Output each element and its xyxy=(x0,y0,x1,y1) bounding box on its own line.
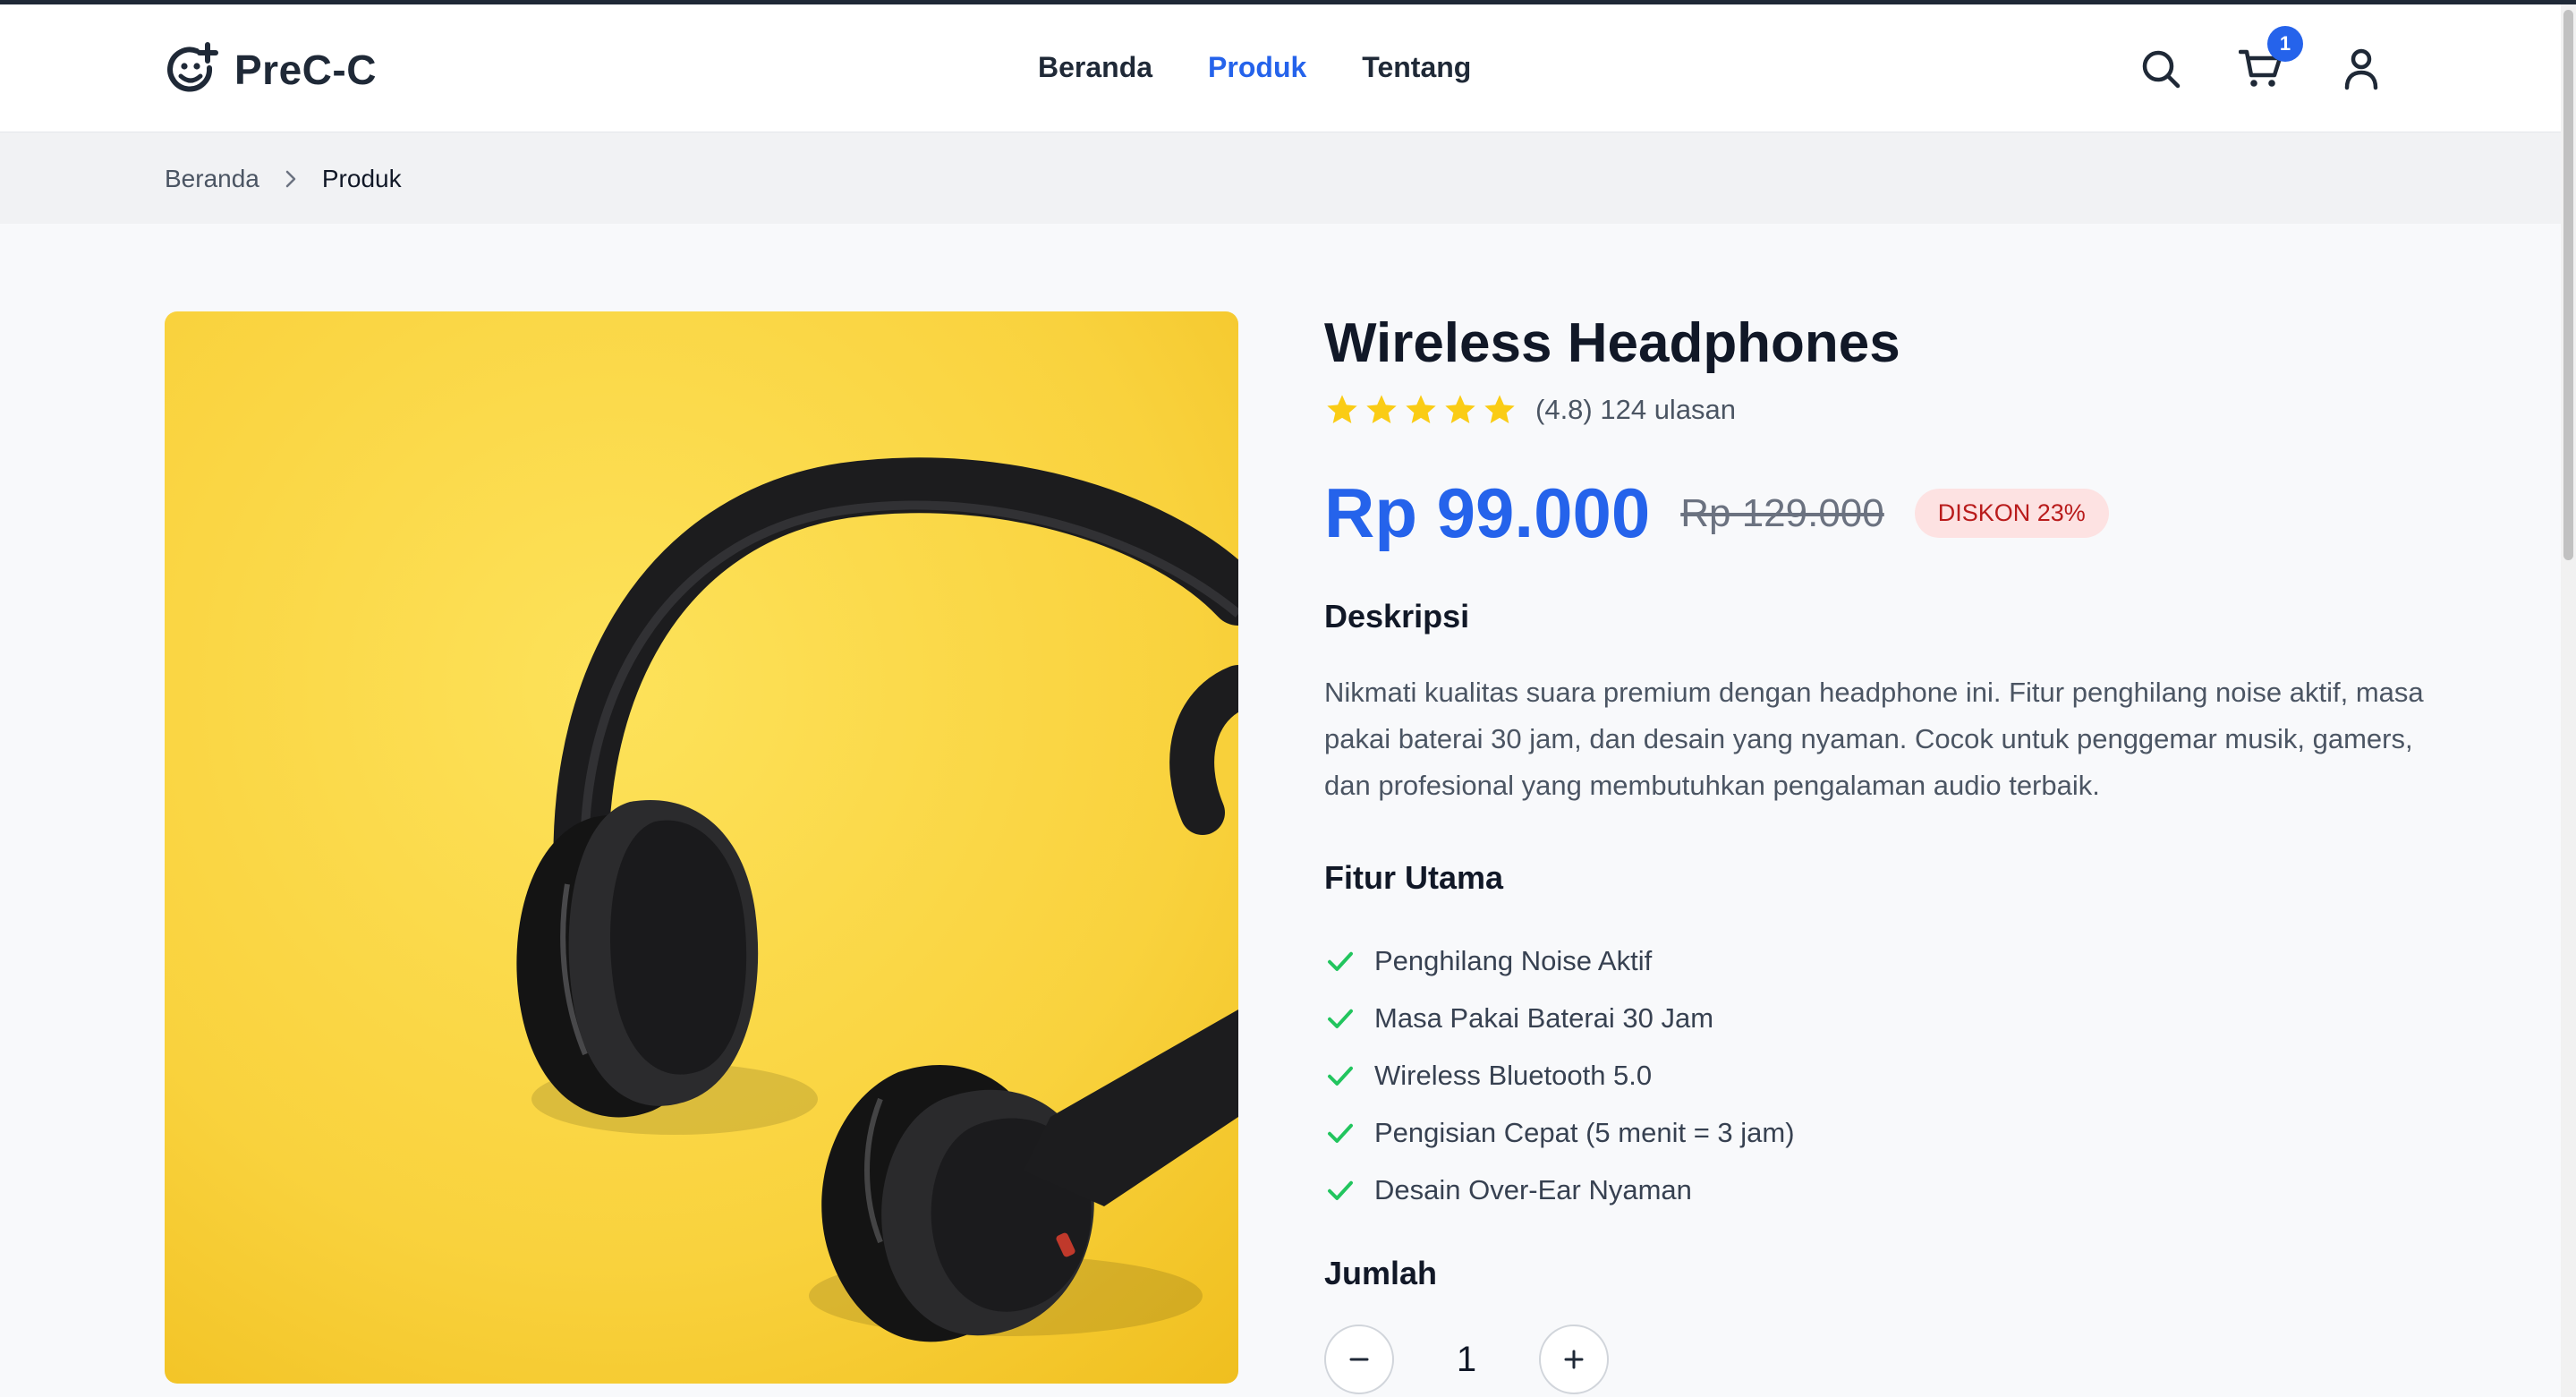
product-title: Wireless Headphones xyxy=(1324,312,1900,374)
brand-logo[interactable]: PreC-C xyxy=(165,38,377,101)
description-heading: Deskripsi xyxy=(1324,598,1470,635)
nav-link-produk[interactable]: Produk xyxy=(1208,51,1306,84)
user-icon xyxy=(2344,48,2378,90)
star-icon xyxy=(1484,395,1515,423)
smiley-plus-icon xyxy=(167,42,218,92)
price-row: Rp 99.000 Rp 129.000 DISKON 23% xyxy=(1324,473,2109,554)
search-button[interactable] xyxy=(2138,44,2183,94)
check-icon xyxy=(1328,1123,1353,1143)
check-icon xyxy=(1328,951,1353,971)
breadcrumb-home-link[interactable]: Beranda xyxy=(165,165,259,193)
cart-button[interactable]: 1 xyxy=(2239,26,2303,94)
search-icon xyxy=(2142,50,2181,89)
breadcrumb-bar: Beranda Produk xyxy=(0,132,2561,224)
feature-text: Desain Over-Ear Nyaman xyxy=(1374,1174,1692,1205)
product-rating: (4.8) 124 ulasan xyxy=(1324,392,1736,428)
product-description: Nikmati kualitas suara premium dengan he… xyxy=(1324,677,2424,801)
star-icon xyxy=(1366,395,1397,423)
feature-list: Penghilang Noise Aktif Masa Pakai Batera… xyxy=(1324,933,1795,1219)
cart-count-badge: 1 xyxy=(2267,26,2303,62)
product-image xyxy=(165,311,1238,1384)
quantity-value[interactable]: 1 xyxy=(1394,1340,1539,1380)
list-item: Wireless Bluetooth 5.0 xyxy=(1324,1047,1795,1104)
increase-quantity-button[interactable] xyxy=(1539,1325,1609,1394)
check-icon xyxy=(1328,1180,1353,1200)
breadcrumb-current: Produk xyxy=(321,165,402,192)
account-button[interactable] xyxy=(2339,44,2384,94)
list-item: Pengisian Cepat (5 menit = 3 jam) xyxy=(1324,1104,1795,1162)
check-icon xyxy=(1328,1066,1353,1086)
feature-text: Masa Pakai Baterai 30 Jam xyxy=(1374,1002,1714,1034)
list-item: Penghilang Noise Aktif xyxy=(1324,933,1795,990)
plus-icon xyxy=(1564,1350,1584,1369)
minus-icon xyxy=(1349,1358,1369,1361)
current-price: Rp 99.000 xyxy=(1324,473,1651,552)
feature-text: Penghilang Noise Aktif xyxy=(1374,945,1653,976)
nav-link-tentang[interactable]: Tentang xyxy=(1362,51,1471,84)
quantity-heading: Jumlah xyxy=(1324,1255,1438,1291)
breadcrumb: Beranda Produk xyxy=(165,165,402,193)
feature-text: Pengisian Cepat (5 menit = 3 jam) xyxy=(1374,1117,1795,1148)
header-actions: 1 xyxy=(2138,26,2384,94)
discount-badge: DISKON 23% xyxy=(1914,489,2109,538)
features-heading: Fitur Utama xyxy=(1324,859,1504,896)
brand-name: PreC-C xyxy=(234,47,377,93)
star-icon xyxy=(1406,395,1436,423)
rating-summary: (4.8) 124 ulasan xyxy=(1535,394,1737,425)
feature-text: Wireless Bluetooth 5.0 xyxy=(1374,1060,1653,1091)
main-nav: Beranda Produk Tentang xyxy=(1038,51,1471,84)
star-icon xyxy=(1327,395,1357,423)
site-header: PreC-C Beranda Produk Tentang 1 xyxy=(0,4,2561,132)
nav-link-beranda[interactable]: Beranda xyxy=(1038,51,1152,84)
quantity-stepper: 1 xyxy=(1324,1325,1609,1394)
star-icon xyxy=(1445,395,1475,423)
page-scrollbar[interactable] xyxy=(2561,4,2576,1397)
scrollbar-thumb[interactable] xyxy=(2563,10,2573,560)
decrease-quantity-button[interactable] xyxy=(1324,1325,1394,1394)
chevron-right-icon xyxy=(285,170,296,188)
original-price: Rp 129.000 xyxy=(1680,490,1884,535)
check-icon xyxy=(1328,1009,1353,1028)
list-item: Desain Over-Ear Nyaman xyxy=(1324,1162,1795,1219)
list-item: Masa Pakai Baterai 30 Jam xyxy=(1324,990,1795,1047)
